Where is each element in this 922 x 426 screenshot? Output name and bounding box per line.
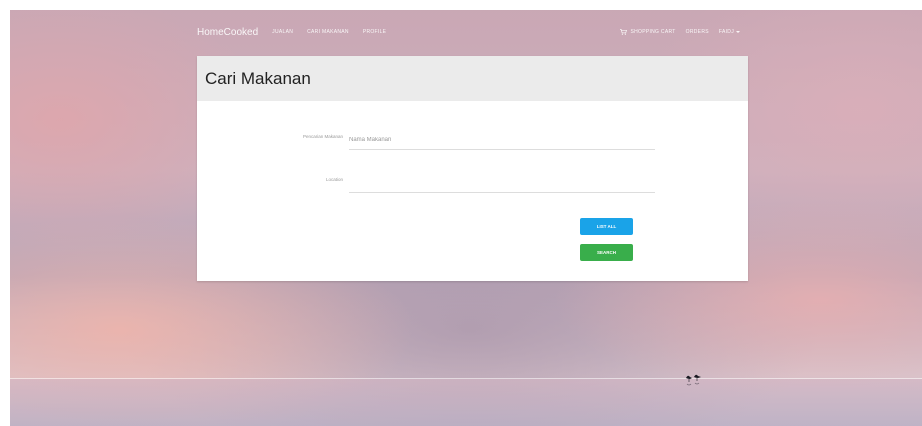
shopping-cart-label: SHOPPING CART bbox=[630, 29, 676, 35]
nav-user-dropdown[interactable]: FAIDJ bbox=[719, 29, 740, 35]
form-row-location: Location bbox=[197, 173, 748, 197]
nav-link-cari-makanan[interactable]: CARI MAKANAN bbox=[307, 29, 349, 35]
nav-link-jualan[interactable]: JUALAN bbox=[272, 29, 293, 35]
form-row-food: Pencarian Makanan bbox=[197, 130, 748, 154]
nav-link-shopping-cart[interactable]: SHOPPING CART bbox=[620, 29, 675, 35]
background-water bbox=[10, 379, 922, 426]
location-input[interactable] bbox=[349, 173, 655, 193]
shopping-cart-icon bbox=[620, 29, 628, 35]
page-title: Cari Makanan bbox=[205, 68, 311, 88]
page-left-margin bbox=[0, 0, 10, 426]
search-button[interactable]: SEARCH bbox=[580, 244, 633, 261]
food-name-input[interactable] bbox=[349, 130, 655, 150]
navbar-right: SHOPPING CART ORDERS FAIDJ bbox=[620, 29, 750, 35]
brand-logo[interactable]: HomeCooked bbox=[197, 27, 258, 38]
user-name: FAIDJ bbox=[718, 29, 734, 35]
caret-down-icon bbox=[736, 31, 740, 33]
top-navbar: HomeCooked JUALAN CARI MAKANAN PROFILE S… bbox=[197, 22, 750, 42]
birds-silhouette bbox=[686, 374, 701, 386]
panel-header: Cari Makanan bbox=[197, 56, 748, 101]
nav-link-profile[interactable]: PROFILE bbox=[363, 29, 387, 35]
page-top-margin bbox=[0, 0, 922, 10]
food-search-label: Pencarian Makanan bbox=[302, 134, 343, 139]
location-label: Location bbox=[325, 177, 343, 182]
list-all-button[interactable]: LIST ALL bbox=[580, 218, 633, 235]
nav-link-orders[interactable]: ORDERS bbox=[686, 29, 709, 35]
search-panel: Cari Makanan Pencarian Makanan Location … bbox=[197, 56, 748, 281]
